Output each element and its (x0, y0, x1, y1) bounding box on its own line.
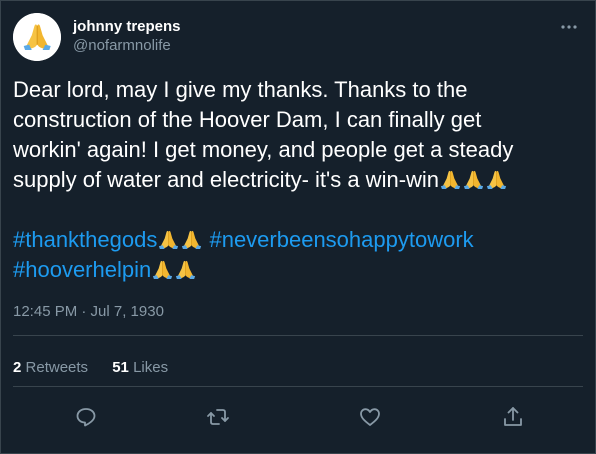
hashtag-link[interactable]: #neverbeensohappytowork (209, 227, 473, 252)
folded-hands-icon (175, 260, 196, 280)
share-icon[interactable] (501, 405, 525, 429)
folded-hands-icon (13, 13, 61, 61)
more-icon[interactable] (555, 15, 583, 39)
hashtag-line: #hooverhelpin (13, 255, 581, 285)
divider (13, 386, 583, 387)
tweet-line: Dear lord, may I give my thanks. Thanks … (13, 77, 468, 102)
tweet-line: construction of the Hoover Dam, I can fi… (13, 107, 482, 132)
retweets-stat[interactable]: 2 Retweets (13, 358, 88, 378)
tweet-timestamp[interactable]: 12:45 PM · Jul 7, 1930 (13, 302, 164, 322)
likes-label: Likes (133, 359, 169, 376)
tweet-line: supply of water and electricity- it's a … (13, 165, 581, 195)
display-name[interactable]: johnny trepens (73, 18, 181, 36)
folded-hands-icon (158, 230, 179, 250)
divider (13, 335, 583, 336)
hashtag-link[interactable]: #thankthegods (13, 227, 157, 252)
folded-hands-icon (181, 230, 202, 250)
tweet-text: Dear lord, may I give my thanks. Thanks … (13, 75, 581, 285)
avatar[interactable] (13, 13, 61, 61)
action-bar (1, 402, 595, 434)
user-names: johnny trepens @nofarmnolife (73, 18, 181, 56)
like-icon[interactable] (358, 405, 382, 429)
tweet-header: johnny trepens @nofarmnolife (13, 13, 583, 61)
folded-hands-icon (463, 170, 484, 190)
retweets-count: 2 (13, 359, 22, 376)
retweets-label: Retweets (25, 359, 89, 376)
hashtag-link[interactable]: #hooverhelpin (13, 257, 151, 282)
folded-hands-icon (486, 170, 507, 190)
folded-hands-icon (152, 260, 173, 280)
likes-count: 51 (112, 359, 129, 376)
reply-icon[interactable] (74, 405, 98, 429)
folded-hands-icon (440, 170, 461, 190)
tweet-line: workin' again! I get money, and people g… (13, 137, 514, 162)
hashtag-line: #thankthegods #neverbeensohappytowork (13, 225, 581, 255)
user-handle[interactable]: @nofarmnolife (73, 36, 181, 56)
tweet-card: johnny trepens @nofarmnolife Dear lord, … (0, 0, 596, 454)
retweet-icon[interactable] (206, 405, 230, 429)
likes-stat[interactable]: 51 Likes (112, 358, 168, 378)
tweet-stats: 2 Retweets 51 Likes (13, 358, 188, 378)
